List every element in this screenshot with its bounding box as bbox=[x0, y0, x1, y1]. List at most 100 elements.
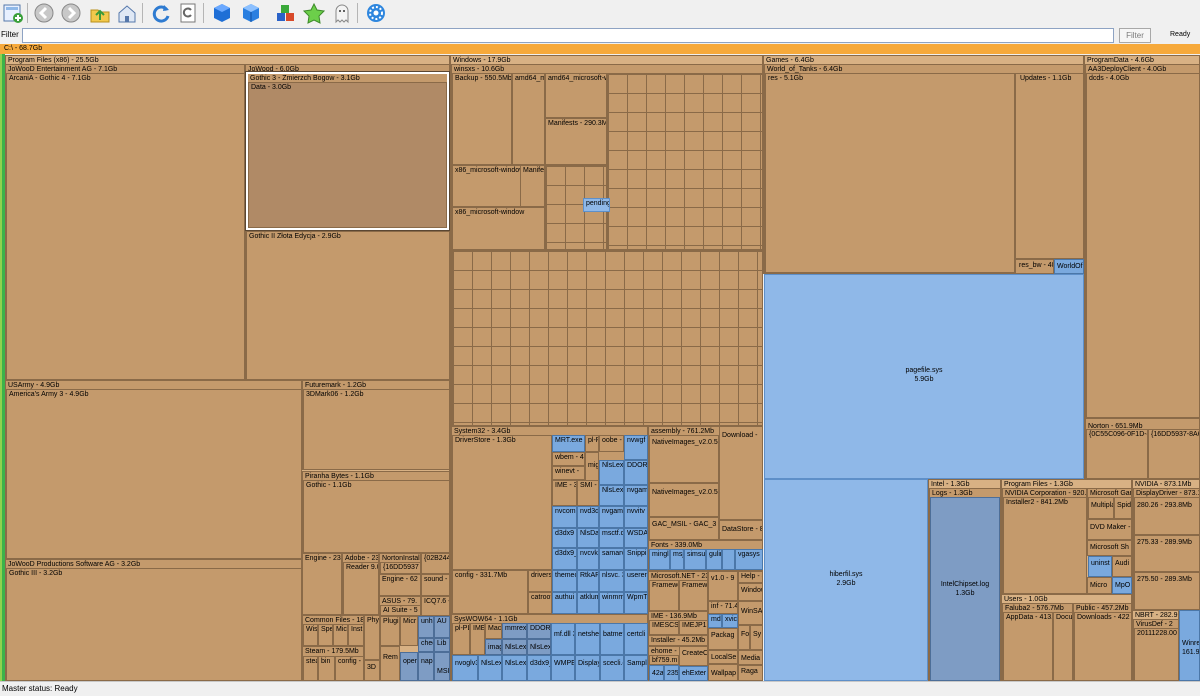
node-icq[interactable]: ICQ7.6 - bbox=[421, 596, 450, 616]
node-gac-msil[interactable]: GAC_MSIL - GAC_3 bbox=[649, 517, 719, 540]
node-dd-27533[interactable]: 275.33 - 289.9Mb bbox=[1134, 535, 1200, 572]
node-engine62[interactable]: Engine - 62 bbox=[379, 574, 421, 596]
node-config331[interactable]: config - 331.7Mb bbox=[452, 570, 528, 614]
node-uninst[interactable]: uninst 88Kb bbox=[1088, 556, 1112, 577]
node-worldof[interactable]: WorldOf bbox=[1054, 259, 1084, 274]
node-native1[interactable]: NativeImages_v2.0.5 bbox=[649, 435, 719, 483]
node-mpo[interactable]: MpO bbox=[1112, 577, 1132, 594]
node-ms-sh[interactable]: Microsoft Sh bbox=[1087, 540, 1132, 556]
node-downloads[interactable]: Downloads - 422 bbox=[1074, 612, 1132, 681]
node-oobe[interactable]: oobe - bbox=[599, 435, 624, 452]
node-driverstore[interactable]: DriverStore - 1.3Gb bbox=[452, 435, 552, 570]
node-media[interactable]: Media - bbox=[738, 650, 763, 665]
node-nvcvk[interactable]: nvcvk 2.4Mb bbox=[577, 548, 599, 570]
node-guid2[interactable]: {02B244 bbox=[421, 553, 450, 574]
node-appdata[interactable]: AppData - 413. bbox=[1003, 612, 1053, 681]
node-samarv[interactable]: samarv 744Kb bbox=[599, 548, 624, 570]
node-intelchipset[interactable]: IntelChipset.log 1.3Gb bbox=[930, 497, 1000, 681]
node-mfdll[interactable]: mf.dll 3.0Mb bbox=[551, 623, 575, 655]
node-dcds[interactable]: dcds - 4.0Gb bbox=[1086, 73, 1200, 418]
node-mdr[interactable]: mdr bbox=[708, 614, 722, 628]
node-mic[interactable]: Mic bbox=[333, 624, 348, 646]
node-catroot[interactable]: catroot bbox=[528, 592, 552, 614]
node-x86-ms2[interactable]: x86_microsoft-window bbox=[452, 207, 545, 250]
node-rtkap[interactable]: RtkAPI 1.5Mb bbox=[577, 570, 599, 592]
node-msi[interactable]: MSI bbox=[434, 652, 450, 681]
node-native2[interactable]: NativeImages_v2.0.5 bbox=[649, 483, 719, 517]
node-oper[interactable]: oper 13.6 bbox=[400, 652, 418, 681]
node-pending[interactable]: pending bbox=[583, 198, 610, 212]
node-msj[interactable]: msj 20.M bbox=[670, 549, 684, 570]
node-gulin[interactable]: gulin 12.8 bbox=[706, 549, 722, 570]
node-nlslex2[interactable]: NlsLexi 5.7Mb bbox=[599, 485, 624, 506]
node-wsda[interactable]: WSDA 564Kb bbox=[624, 528, 648, 548]
node-norton-guid2[interactable]: {0C55C096-0F1D-4F bbox=[1086, 429, 1148, 479]
node-simsun[interactable]: simsun 14.6Mb bbox=[684, 549, 706, 570]
node-imag[interactable]: imag bbox=[485, 639, 502, 655]
node-xvic[interactable]: xvic bbox=[722, 614, 738, 628]
node-hiberfil[interactable]: hiberfil.sys 2.9Gb bbox=[764, 479, 928, 681]
node-ddor2[interactable]: DDOR bbox=[527, 623, 551, 639]
node-micr[interactable]: Micr bbox=[400, 616, 418, 646]
node-pagefile[interactable]: pagefile.sys 5.9Gb bbox=[764, 274, 1084, 479]
node-nlslex4[interactable]: NlsLexi bbox=[527, 639, 551, 655]
node-sy[interactable]: Sy bbox=[750, 625, 763, 650]
node-norton-guid[interactable]: {16DD5937 bbox=[380, 562, 421, 574]
node-d3dx9c[interactable]: d3dx9_ 3.2Mb bbox=[527, 655, 551, 681]
node-scecli[interactable]: scecli.dl 172Kb bbox=[600, 655, 624, 681]
node-nlslex1[interactable]: NlsLexi 11.1Mb bbox=[599, 460, 624, 485]
node-migv[interactable]: migv bbox=[585, 452, 599, 482]
node-micro[interactable]: Micro bbox=[1087, 577, 1112, 594]
node-createc[interactable]: CreateC bbox=[679, 646, 708, 666]
node-mscti[interactable]: msctf.d 1.0Mb bbox=[599, 528, 624, 548]
node-ime[interactable]: IME - 3 bbox=[552, 480, 577, 506]
node-nvvitv[interactable]: nvvitv 4.3Mb bbox=[624, 506, 648, 528]
node-manifests[interactable]: Manifests - 290.3Mb bbox=[545, 118, 607, 165]
node-dd-27550[interactable]: 275.50 - 289.3Mb bbox=[1134, 572, 1200, 610]
node-drivers[interactable]: drivers bbox=[528, 570, 552, 592]
node-display[interactable]: Display 1016Kb bbox=[575, 655, 600, 681]
node-plugi[interactable]: Plugi bbox=[380, 616, 400, 646]
node-wise[interactable]: Wise bbox=[303, 624, 318, 646]
node-winevt[interactable]: winevt - bbox=[552, 466, 585, 480]
node-spid[interactable]: Spid bbox=[1114, 497, 1132, 519]
node-ai-suite[interactable]: AI Suite - 5 bbox=[380, 605, 421, 616]
node-sound[interactable]: sound - bbox=[421, 574, 450, 596]
node-res-bw[interactable]: res_bw - 40 bbox=[1015, 259, 1054, 274]
node-3dmark06[interactable]: 3DMark06 - 1.2Gb bbox=[303, 389, 450, 470]
node-imejp[interactable]: IMEJP1 bbox=[679, 620, 708, 635]
node-config[interactable]: config - bbox=[335, 656, 364, 681]
node-ddor[interactable]: DDOR 5.9Mb bbox=[624, 460, 648, 485]
node-norton-guid3[interactable]: {16DD5937-8A6 bbox=[1148, 429, 1200, 479]
node-package[interactable]: Packag bbox=[708, 628, 738, 650]
node-snippi[interactable]: Snippi 424Kb bbox=[624, 548, 648, 570]
node-bin[interactable]: bin bbox=[318, 656, 335, 681]
node-nvd3du[interactable]: nvd3du 14.3Mb bbox=[577, 506, 599, 528]
node-nlslex6[interactable]: NlsLexi 4.8Mb bbox=[502, 655, 527, 681]
node-nlsdat[interactable]: NlsDat 3.0Mb bbox=[577, 528, 599, 548]
node-amd64-ms[interactable]: amd64_microsoft-wi bbox=[545, 73, 607, 118]
node-spe[interactable]: Spe bbox=[318, 624, 333, 646]
node-nlslex3[interactable]: NlsLexi bbox=[502, 639, 527, 655]
node-fo[interactable]: Fo bbox=[738, 625, 750, 650]
node-winsa[interactable]: WinSA bbox=[738, 601, 763, 625]
node-inst[interactable]: Inst bbox=[348, 624, 364, 646]
node-d3dx9a[interactable]: d3dx9 3.6Mb bbox=[552, 528, 577, 548]
node-backup[interactable]: Backup - 550.5Mb bbox=[452, 73, 512, 165]
node-netshel[interactable]: netshel 2.3Mb bbox=[575, 623, 600, 655]
node-vgasys[interactable]: vgasys 8Kb bbox=[735, 549, 763, 570]
node-gothic3b[interactable]: Gothic III - 3.2Gb bbox=[6, 568, 302, 681]
node-gulim2[interactable] bbox=[722, 549, 735, 570]
node-sample[interactable]: Sample 4Kb bbox=[624, 655, 648, 681]
node-localse[interactable]: LocalSe bbox=[708, 650, 738, 664]
node-steam2[interactable]: steam bbox=[303, 656, 318, 681]
node-nvgam2[interactable]: nvgam 4.9Mb bbox=[599, 506, 624, 528]
node-themec[interactable]: themec 2.0Mb bbox=[552, 570, 577, 592]
winsxs-tiles-top[interactable] bbox=[607, 73, 763, 250]
node-dd-280[interactable]: 280.26 - 293.8Mb bbox=[1134, 497, 1200, 535]
node-inf[interactable]: inf - 71.4 bbox=[708, 601, 738, 614]
node-3d[interactable]: 3D bbox=[364, 660, 380, 681]
node-data[interactable]: Data - 3.0Gb bbox=[248, 82, 447, 228]
node-gothic2[interactable]: Gothic II Złota Edycja - 2.9Gb bbox=[246, 231, 450, 380]
node-nvgam1[interactable]: nvgam 4.4Mb bbox=[624, 485, 648, 506]
